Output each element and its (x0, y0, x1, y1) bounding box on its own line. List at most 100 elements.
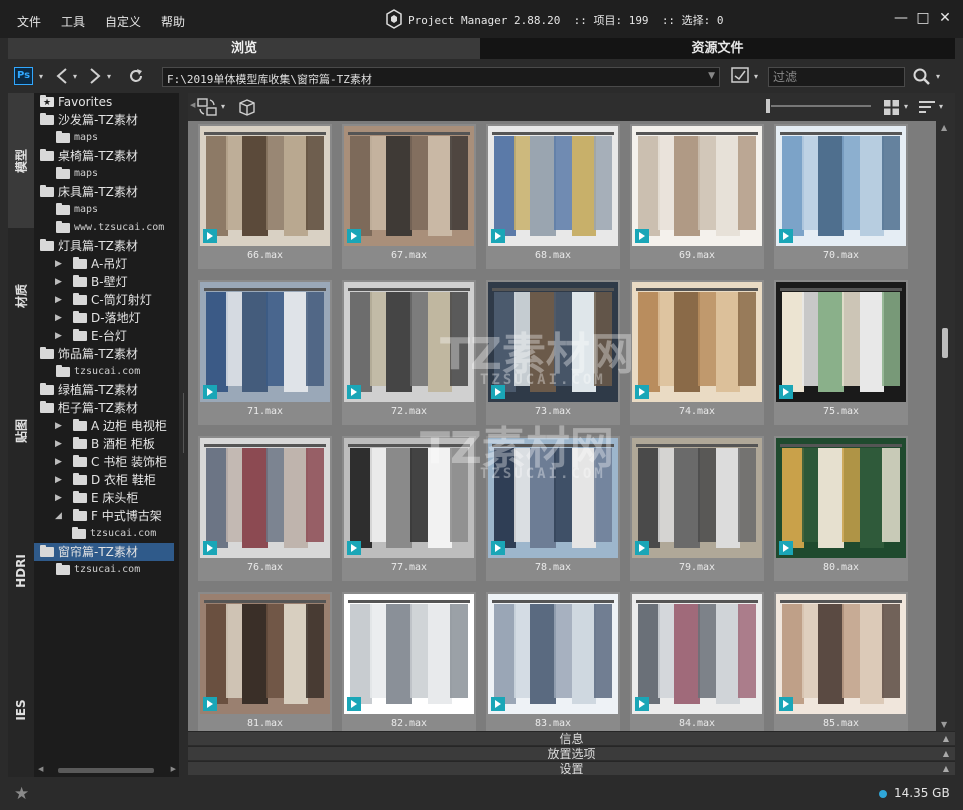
scrollbar-thumb[interactable] (58, 768, 154, 773)
menu-customize[interactable]: 自定义 (105, 13, 141, 30)
panel-splitter[interactable] (179, 93, 188, 777)
menu-file[interactable]: 文件 (17, 13, 41, 30)
filter-type-dropdown-icon[interactable]: ▾ (754, 72, 758, 81)
asset-thumbnail[interactable] (776, 126, 906, 246)
asset-card[interactable]: 84.max (630, 592, 764, 731)
tree-item[interactable]: ▶ C 书柜 装饰柜 (34, 453, 174, 471)
path-dropdown-icon[interactable]: ▼ (708, 71, 715, 81)
tree-item[interactable]: 窗帘篇-TZ素材 (34, 543, 174, 561)
tree-item[interactable]: 桌椅篇-TZ素材 (34, 147, 174, 165)
menu-help[interactable]: 帮助 (161, 13, 185, 30)
panel-placement[interactable]: 放置选项 ▲ (188, 746, 955, 761)
tree-item[interactable]: 饰品篇-TZ素材 (34, 345, 174, 363)
tab-assets[interactable]: 资源文件 (480, 38, 955, 59)
expand-arrow-icon[interactable]: ▶ (55, 417, 62, 435)
collapse-left-icon[interactable]: ◀ (190, 101, 195, 109)
tree-item[interactable]: tzsucai.com (34, 363, 174, 381)
scroll-left-icon[interactable]: ◀ (38, 765, 43, 773)
search-dropdown-icon[interactable]: ▾ (936, 72, 940, 81)
asset-thumbnail[interactable] (632, 282, 762, 402)
asset-thumbnail[interactable] (776, 282, 906, 402)
tree-item[interactable]: 绿植篇-TZ素材 (34, 381, 174, 399)
search-icon[interactable] (912, 67, 932, 87)
asset-thumbnail[interactable] (776, 438, 906, 558)
tree-item[interactable]: www.tzsucai.com (34, 219, 174, 237)
sort-dropdown-icon[interactable]: ▾ (939, 102, 943, 111)
asset-card[interactable]: 80.max (774, 436, 908, 581)
asset-thumbnail[interactable] (776, 594, 906, 714)
back-dropdown-icon[interactable]: ▾ (73, 72, 77, 81)
expand-icon[interactable]: ▲ (943, 732, 949, 746)
tab-browse[interactable]: 浏览 (8, 38, 480, 59)
folder-tree[interactable]: ★ Favorites 沙发篇-TZ素材 maps 桌椅篇-TZ素材 maps 床具篇-TZ… (34, 93, 179, 777)
asset-thumbnail[interactable] (200, 594, 330, 714)
tree-item[interactable]: 灯具篇-TZ素材 (34, 237, 174, 255)
maximize-button[interactable]: □ (915, 10, 931, 26)
scroll-down-icon[interactable]: ▼ (941, 720, 947, 729)
tree-item[interactable]: ▶ E 床头柜 (34, 489, 174, 507)
tree-item[interactable]: maps (34, 201, 174, 219)
forward-dropdown-icon[interactable]: ▾ (107, 72, 111, 81)
scroll-right-icon[interactable]: ▶ (171, 765, 176, 773)
asset-card[interactable]: 74.max (630, 280, 764, 425)
path-field[interactable]: F:\2019单体模型库收集\窗帘篇-TZ素材 ▼ (162, 67, 720, 87)
tab-textures[interactable]: 贴图 (8, 363, 34, 498)
asset-card[interactable]: 77.max (342, 436, 476, 581)
panel-settings[interactable]: 设置 ▲ (188, 761, 955, 776)
asset-thumbnail[interactable] (344, 594, 474, 714)
tree-item[interactable]: ★ Favorites (34, 93, 174, 111)
expand-arrow-icon[interactable]: ▶ (55, 309, 62, 327)
filter-type-icon[interactable] (730, 66, 752, 86)
expand-arrow-icon[interactable]: ▶ (55, 489, 62, 507)
scroll-up-icon[interactable]: ▲ (941, 123, 947, 132)
asset-card[interactable]: 70.max (774, 124, 908, 269)
asset-card[interactable]: 73.max (486, 280, 620, 425)
asset-thumbnail[interactable] (344, 126, 474, 246)
thumbnail-size-handle[interactable] (766, 99, 770, 113)
tab-materials[interactable]: 材质 (8, 228, 34, 363)
expand-arrow-icon[interactable]: ▶ (55, 435, 62, 453)
tree-item[interactable]: ◢ F 中式博古架 (34, 507, 174, 525)
expand-icon[interactable]: ▲ (943, 747, 949, 761)
asset-card[interactable]: 79.max (630, 436, 764, 581)
menu-tools[interactable]: 工具 (61, 13, 85, 30)
tree-item[interactable]: ▶ E-台灯 (34, 327, 174, 345)
tree-item[interactable]: 柜子篇-TZ素材 (34, 399, 174, 417)
forward-icon[interactable] (88, 67, 102, 85)
panel-info[interactable]: 信息 ▲ (188, 731, 955, 746)
asset-card[interactable]: 72.max (342, 280, 476, 425)
asset-card[interactable]: 68.max (486, 124, 620, 269)
asset-card[interactable]: 75.max (774, 280, 908, 425)
tree-item[interactable]: tzsucai.com (34, 525, 174, 543)
tree-item[interactable]: ▶ B-壁灯 (34, 273, 174, 291)
asset-card[interactable]: 82.max (342, 592, 476, 731)
tree-item[interactable]: ▶ A-吊灯 (34, 255, 174, 273)
tree-item[interactable]: ▶ D-落地灯 (34, 309, 174, 327)
expand-icon[interactable]: ▲ (943, 762, 949, 776)
tab-hdri[interactable]: HDRI (8, 498, 34, 643)
expand-arrow-icon[interactable]: ▶ (55, 327, 62, 345)
package-icon[interactable] (236, 97, 258, 119)
tab-models[interactable]: 模型 (8, 93, 34, 228)
asset-thumbnail[interactable] (632, 126, 762, 246)
ps-dropdown-icon[interactable]: ▾ (39, 72, 43, 81)
filter-field[interactable] (768, 67, 905, 87)
asset-thumbnail[interactable] (488, 282, 618, 402)
favorite-star-icon[interactable]: ★ (14, 784, 29, 804)
sort-icon[interactable] (917, 97, 937, 117)
expand-arrow-icon[interactable]: ▶ (55, 273, 62, 291)
asset-thumbnail[interactable] (344, 438, 474, 558)
asset-card[interactable]: 66.max (198, 124, 332, 269)
asset-thumbnail[interactable] (632, 438, 762, 558)
tree-item[interactable]: maps (34, 129, 174, 147)
asset-card[interactable]: 85.max (774, 592, 908, 731)
tab-ies[interactable]: IES (8, 643, 34, 777)
tree-item[interactable]: ▶ C-筒灯射灯 (34, 291, 174, 309)
expand-arrow-icon[interactable]: ◢ (55, 507, 62, 525)
asset-thumbnail[interactable] (488, 594, 618, 714)
scrollbar-thumb[interactable] (942, 328, 948, 358)
asset-thumbnail[interactable] (632, 594, 762, 714)
tree-item[interactable]: 床具篇-TZ素材 (34, 183, 174, 201)
minimize-button[interactable]: — (893, 10, 909, 26)
sync-dropdown-icon[interactable]: ▾ (221, 102, 225, 111)
